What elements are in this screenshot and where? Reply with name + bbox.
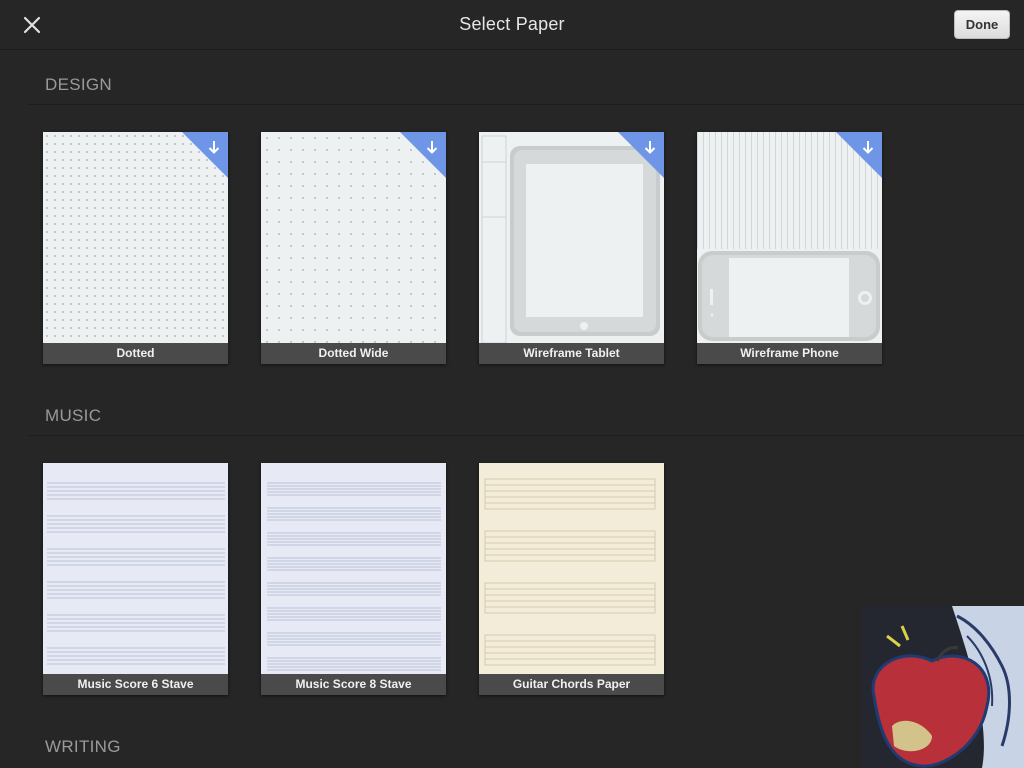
tab-lines-illustration — [484, 478, 656, 666]
top-bar: Select Paper Done — [0, 0, 1024, 50]
done-button[interactable]: Done — [954, 10, 1010, 39]
section-title-design: DESIGN — [45, 75, 112, 94]
paper-label: Music Score 8 Stave — [261, 674, 446, 695]
staff-lines-illustration — [47, 482, 225, 665]
section-divider — [28, 104, 1024, 105]
drawing-thumbnail[interactable] — [862, 606, 1024, 768]
paper-label: Guitar Chords Paper — [479, 674, 664, 695]
paper-label: Wireframe Tablet — [479, 343, 664, 364]
section-divider — [28, 435, 1024, 436]
paper-label: Dotted — [43, 343, 228, 364]
page-title: Select Paper — [459, 14, 565, 34]
paper-label: Dotted Wide — [261, 343, 446, 364]
download-badge-icon — [400, 132, 446, 178]
paper-card-dotted[interactable]: Dotted — [43, 132, 228, 364]
paper-label: Wireframe Phone — [697, 343, 882, 364]
paper-preview — [261, 463, 446, 674]
paper-card-music-score-8-stave[interactable]: Music Score 8 Stave — [261, 463, 446, 695]
paper-card-music-score-6-stave[interactable]: Music Score 6 Stave — [43, 463, 228, 695]
paper-card-wireframe-tablet[interactable]: Wireframe Tablet — [479, 132, 664, 364]
download-badge-icon — [618, 132, 664, 178]
paper-label: Music Score 6 Stave — [43, 674, 228, 695]
download-badge-icon — [836, 132, 882, 178]
section-title-writing: WRITING — [45, 737, 121, 756]
paper-card-guitar-chords[interactable]: Guitar Chords Paper — [479, 463, 664, 695]
staff-lines-illustration — [267, 482, 441, 671]
paper-preview — [43, 463, 228, 674]
download-badge-icon — [182, 132, 228, 178]
paper-preview — [479, 463, 664, 674]
apple-drawing-illustration — [862, 606, 1024, 768]
paper-card-wireframe-phone[interactable]: Wireframe Phone — [697, 132, 882, 364]
paper-card-dotted-wide[interactable]: Dotted Wide — [261, 132, 446, 364]
section-title-music: MUSIC — [45, 406, 102, 425]
